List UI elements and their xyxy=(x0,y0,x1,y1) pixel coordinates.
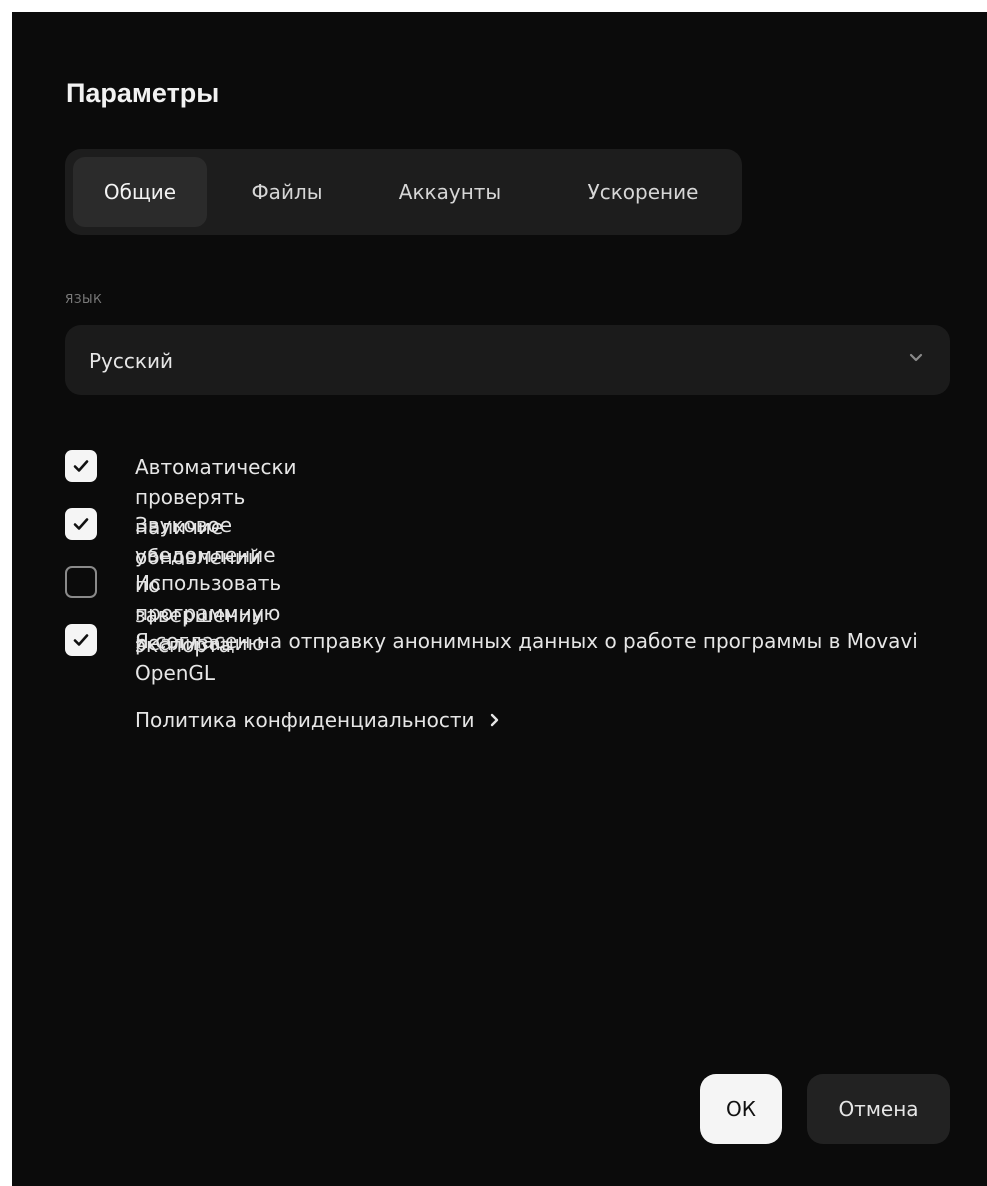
settings-dialog: Параметры Общие Файлы Аккаунты Ускорение… xyxy=(12,12,987,1186)
chevron-down-icon xyxy=(909,353,923,362)
tab-files[interactable]: Файлы xyxy=(225,157,349,227)
privacy-policy-label: Политика конфиденциальности xyxy=(135,708,475,732)
sound-notification-checkbox[interactable] xyxy=(65,508,97,540)
tab-general[interactable]: Общие xyxy=(73,157,207,227)
tab-accounts[interactable]: Аккаунты xyxy=(365,157,535,227)
auto-updates-checkbox[interactable] xyxy=(65,450,97,482)
software-opengl-checkbox[interactable] xyxy=(65,566,97,598)
checkmark-icon xyxy=(73,460,89,472)
cancel-button[interactable]: Отмена xyxy=(807,1074,950,1144)
language-select-value: Русский xyxy=(89,349,173,373)
dialog-title: Параметры xyxy=(66,78,220,108)
anonymous-data-checkbox[interactable] xyxy=(65,624,97,656)
language-select[interactable]: Русский xyxy=(65,325,950,395)
tab-acceleration[interactable]: Ускорение xyxy=(553,157,733,227)
language-section-label: ЯЗЫК xyxy=(65,292,103,306)
chevron-right-icon xyxy=(490,713,498,727)
anonymous-data-label: Я согласен на отправку анонимных данных … xyxy=(135,629,918,653)
privacy-policy-link[interactable]: Политика конфиденциальности xyxy=(135,708,501,732)
ok-button[interactable]: ОК xyxy=(700,1074,782,1144)
checkmark-icon xyxy=(73,518,89,530)
tab-bar: Общие Файлы Аккаунты Ускорение xyxy=(65,149,742,235)
checkmark-icon xyxy=(73,634,89,646)
